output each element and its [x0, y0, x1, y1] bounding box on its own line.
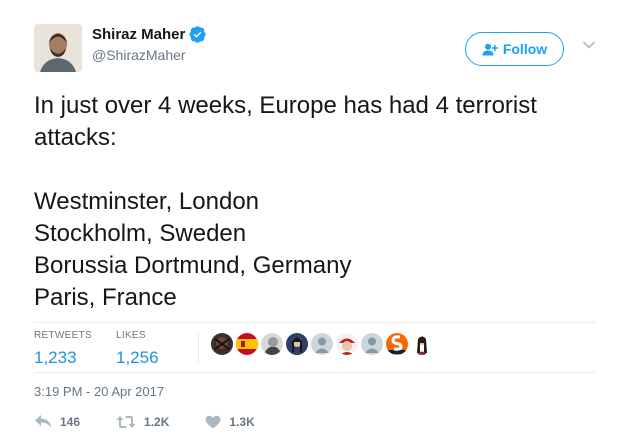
like-button[interactable]: 1.3K [205, 414, 255, 429]
display-name-text[interactable]: Shiraz Maher [92, 26, 185, 43]
retweets-stat[interactable]: RETWEETS 1,233 [34, 330, 92, 368]
verified-badge-icon [189, 26, 207, 43]
liker-avatar[interactable] [286, 333, 308, 355]
like-count: 1.3K [229, 414, 255, 429]
default-avatar-icon [361, 333, 383, 355]
add-user-icon [482, 43, 498, 55]
retweet-button[interactable]: 1.2K [116, 415, 169, 429]
display-name[interactable]: Shiraz Maher [92, 26, 207, 43]
action-bar: 146 1.2K 1.3K [34, 414, 291, 429]
liker-avatars [211, 333, 436, 355]
follow-button-label: Follow [502, 41, 548, 57]
liker-avatar-image [411, 333, 433, 355]
liker-avatar[interactable] [361, 333, 383, 355]
divider [198, 332, 199, 364]
liker-avatar-image [261, 333, 283, 355]
user-info: Shiraz Maher @ShirazMaher [92, 26, 207, 63]
liker-avatar-image [286, 333, 308, 355]
reply-button[interactable]: 146 [34, 414, 80, 429]
liker-avatar-image [236, 333, 258, 355]
retweet-icon [116, 415, 136, 428]
profile-photo [34, 24, 82, 72]
reply-count: 146 [60, 414, 81, 429]
retweets-count[interactable]: 1,233 [34, 348, 92, 368]
liker-avatar-image [336, 333, 358, 355]
liker-avatar[interactable] [411, 333, 433, 355]
likes-stat[interactable]: LIKES 1,256 [116, 330, 159, 368]
liker-avatar-image [211, 333, 233, 355]
liker-avatar[interactable] [386, 333, 408, 355]
retweets-label: RETWEETS [34, 330, 92, 341]
liker-avatar[interactable] [311, 333, 333, 355]
retweet-count: 1.2K [144, 414, 170, 429]
reply-icon [35, 415, 51, 428]
liker-avatar[interactable] [336, 333, 358, 355]
default-avatar-icon [311, 333, 333, 355]
liker-avatar[interactable] [236, 333, 258, 355]
follow-button[interactable]: Follow [465, 32, 564, 66]
likes-count[interactable]: 1,256 [116, 348, 159, 368]
divider [34, 322, 596, 323]
liker-avatar-image [386, 333, 408, 355]
divider [34, 372, 596, 373]
tweet-timestamp[interactable]: 3:19 PM - 20 Apr 2017 [34, 384, 164, 399]
avatar[interactable] [34, 24, 82, 72]
liker-avatar[interactable] [211, 333, 233, 355]
likes-label: LIKES [116, 330, 146, 341]
heart-icon [205, 415, 221, 428]
liker-avatar[interactable] [261, 333, 283, 355]
user-handle[interactable]: @ShirazMaher [92, 47, 206, 63]
chevron-down-icon[interactable] [582, 40, 596, 50]
tweet-text: In just over 4 weeks, Europe has had 4 t… [34, 92, 537, 311]
